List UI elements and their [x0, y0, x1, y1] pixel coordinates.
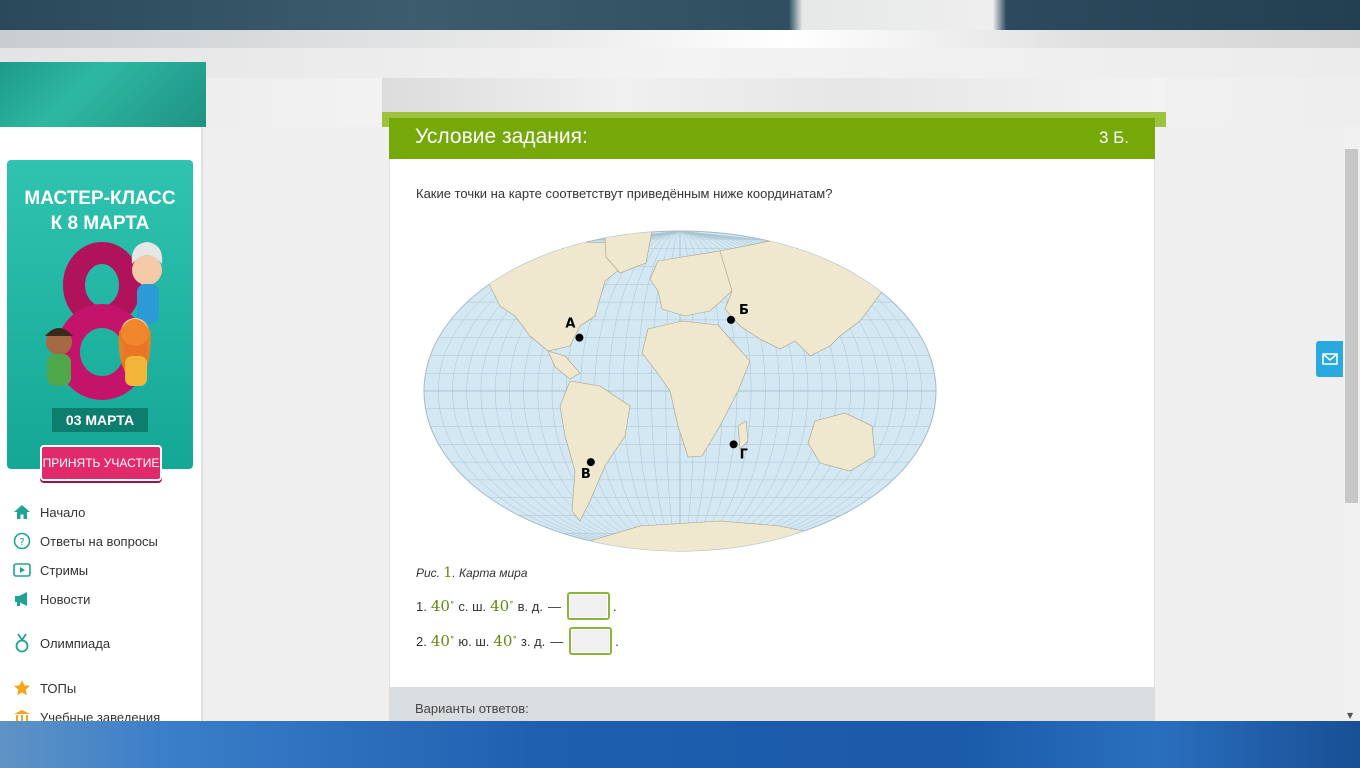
- longitude-value: 40∘: [493, 632, 517, 650]
- map-point: [726, 315, 735, 324]
- task-points: 3 Б.: [1098, 128, 1129, 147]
- sidebar-item-tops[interactable]: ТОПы: [12, 677, 76, 699]
- sidebar: МАСТЕР-КЛАСС К 8 МАРТА 03 МАРТА ПРИНЯТЬ …: [0, 127, 203, 725]
- sidebar-item-label: ТОПы: [40, 680, 77, 696]
- sidebar-item-news[interactable]: Новости: [12, 588, 90, 610]
- blurred-banner: [382, 78, 1166, 114]
- blur-band: [0, 0, 1360, 30]
- longitude-direction: з. д.: [520, 633, 546, 649]
- latitude-direction: с. ш.: [458, 598, 487, 614]
- latitude-value: 40∘: [431, 632, 455, 650]
- sidebar-item-label: Олимпиада: [40, 635, 111, 651]
- scrollbar[interactable]: ▼: [1343, 127, 1360, 721]
- mail-icon: [1322, 353, 1338, 365]
- figure-caption: Рис. 1. Карта мира: [416, 565, 528, 581]
- feedback-button[interactable]: [1316, 341, 1344, 377]
- megaphone-icon: [12, 589, 32, 609]
- latitude-number: 40: [430, 597, 450, 615]
- map-point-label: Г: [740, 447, 748, 462]
- map-point: [586, 458, 595, 467]
- caption-prefix: Рис.: [416, 566, 441, 580]
- degree-sign: ∘: [509, 598, 514, 608]
- answer-options-label: Варианты ответов:: [415, 701, 529, 716]
- scrollbar-thumb[interactable]: [1345, 149, 1358, 503]
- svg-text:?: ?: [19, 537, 24, 548]
- taskbar-blurred: [0, 721, 1360, 768]
- caption-text: . Карта мира: [452, 566, 528, 580]
- eight-illustration: [45, 242, 163, 400]
- answer-drop-box[interactable]: [566, 592, 610, 620]
- latitude-value: 40∘: [431, 597, 455, 615]
- row-end: .: [615, 633, 619, 649]
- home-icon: [12, 502, 32, 522]
- degree-sign: ∘: [449, 598, 455, 608]
- participate-button[interactable]: ПРИНЯТЬ УЧАСТИЕ: [40, 445, 162, 481]
- map-point: [729, 440, 738, 449]
- longitude-number: 40: [490, 597, 510, 615]
- row-number: 1.: [416, 598, 427, 614]
- map-point-label: А: [565, 317, 575, 332]
- sidebar-item-label: Начало: [40, 504, 86, 520]
- sidebar-item-label: Ответы на вопросы: [40, 533, 158, 549]
- promo-title: МАСТЕР-КЛАСС К 8 МАРТА: [7, 186, 193, 236]
- blur-band: [0, 30, 1360, 48]
- caption-number: 1: [443, 565, 453, 581]
- dash: —: [550, 633, 564, 649]
- play-icon: [12, 560, 32, 580]
- longitude-value: 40∘: [490, 597, 514, 615]
- task-question: Какие точки на карте соответствут привед…: [416, 186, 833, 201]
- question-icon: ?: [12, 531, 32, 551]
- sidebar-item-answers[interactable]: ? Ответы на вопросы: [12, 530, 158, 552]
- row-number: 2.: [416, 633, 427, 649]
- answer-row-1: 1. 40∘ с. ш. 40∘ в. д. — .: [416, 592, 617, 620]
- sidebar-item-home[interactable]: Начало: [12, 501, 85, 523]
- world-map: А Б В Г: [423, 230, 937, 552]
- degree-sign: ∘: [512, 633, 517, 643]
- sidebar-item-label: Стримы: [40, 562, 89, 578]
- site-logo-blurred: [0, 62, 206, 127]
- answer-drop-box[interactable]: [569, 627, 613, 655]
- scroll-down-arrow[interactable]: ▼: [1347, 711, 1353, 720]
- task-body: Какие точки на карте соответствут привед…: [389, 159, 1155, 687]
- row-end: .: [612, 598, 617, 614]
- answer-options-panel: Варианты ответов:: [389, 687, 1155, 721]
- answer-row-2: 2. 40∘ ю. ш. 40∘ з. д. — .: [416, 627, 619, 655]
- promo-date: 03 МАРТА: [52, 408, 148, 432]
- sidebar-item-olympiad[interactable]: Олимпиада: [12, 632, 110, 654]
- latitude-number: 40: [430, 632, 450, 650]
- sidebar-item-streams[interactable]: Стримы: [12, 559, 88, 581]
- latitude-direction: ю. ш.: [458, 633, 490, 649]
- medal-icon: [12, 633, 32, 653]
- map-point: [575, 333, 584, 342]
- map-point-label: Б: [739, 303, 749, 318]
- star-icon: [12, 678, 32, 698]
- longitude-number: 40: [493, 632, 513, 650]
- dash: —: [547, 598, 561, 614]
- sidebar-item-label: Новости: [40, 591, 91, 607]
- task-header: Условие задания: 3 Б.: [389, 118, 1155, 159]
- longitude-direction: в. д.: [517, 598, 543, 614]
- promo-title-line: К 8 МАРТА: [50, 213, 150, 234]
- promo-title-line: МАСТЕР-КЛАСС: [24, 188, 176, 209]
- promo-banner[interactable]: МАСТЕР-КЛАСС К 8 МАРТА 03 МАРТА: [7, 160, 193, 469]
- degree-sign: ∘: [449, 633, 455, 643]
- map-point-label: В: [581, 467, 591, 482]
- task-header-title: Условие задания:: [415, 125, 588, 148]
